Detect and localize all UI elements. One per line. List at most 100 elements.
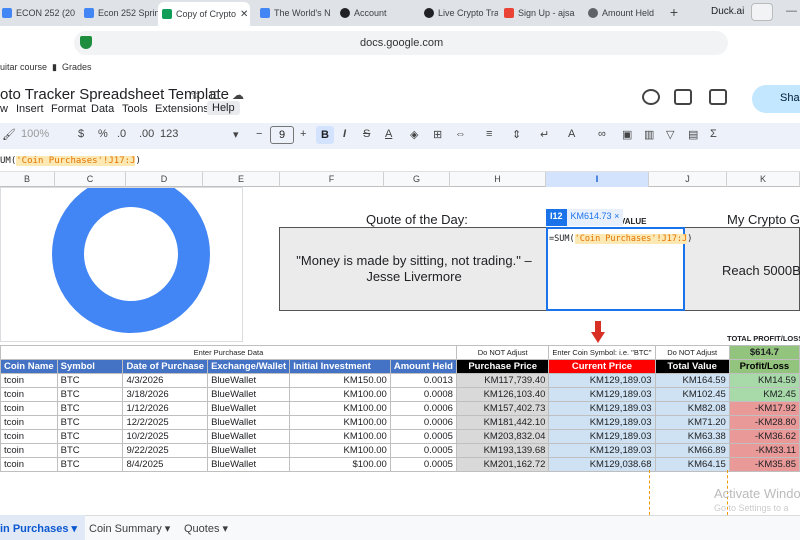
header-coin-name[interactable]: Coin Name [0, 359, 58, 374]
new-tab-button[interactable]: + [666, 3, 682, 21]
table-cell[interactable]: KM193,139.68 [455, 443, 550, 458]
font-size-increase-button[interactable]: + [300, 128, 306, 140]
table-cell[interactable]: tcoin [0, 373, 58, 388]
table-cell[interactable]: BTC [56, 457, 124, 472]
table-cell[interactable]: KM157,402.73 [455, 401, 550, 416]
browser-tab-4[interactable]: Account [336, 3, 418, 23]
column-header[interactable]: E [203, 172, 280, 187]
star-icon[interactable]: ☆ [190, 88, 201, 102]
horizontal-align-icon[interactable]: ≡ [486, 128, 492, 140]
table-cell[interactable]: tcoin [0, 443, 58, 458]
table-cell[interactable]: KM201,162.72 [455, 457, 550, 472]
table-cell[interactable]: tcoin [0, 387, 58, 402]
column-header[interactable]: H [450, 172, 546, 187]
table-cell[interactable]: KM100.00 [289, 387, 391, 402]
table-cell[interactable]: tcoin [0, 429, 58, 444]
table-cell[interactable]: 0.0008 [389, 387, 457, 402]
decrease-decimal-button[interactable]: .0 [117, 128, 126, 140]
url-text[interactable]: docs.google.com [360, 37, 443, 49]
comment-icon[interactable] [674, 89, 692, 105]
table-cell[interactable]: tcoin [0, 415, 58, 430]
borders-icon[interactable]: ⊞ [433, 128, 442, 141]
menu-help[interactable]: Help [207, 101, 240, 115]
table-cell[interactable]: 1/12/2026 [122, 401, 209, 416]
tab-menu-icon[interactable] [751, 3, 773, 21]
table-cell[interactable]: -KM28.80 [728, 415, 800, 430]
increase-decimal-button[interactable]: .00 [139, 128, 154, 140]
embedded-chart[interactable] [0, 175, 243, 342]
filter-icon[interactable]: ▽ [666, 128, 674, 141]
table-cell[interactable]: tcoin [0, 401, 58, 416]
menu-tools[interactable]: Tools [122, 103, 148, 115]
table-cell[interactable]: BlueWallet [207, 429, 291, 444]
fill-color-icon[interactable]: ◈ [410, 128, 418, 141]
header-current-price[interactable]: Current Price [548, 359, 656, 374]
column-header[interactable]: G [384, 172, 450, 187]
table-cell[interactable]: BTC [56, 401, 124, 416]
table-cell[interactable]: KM100.00 [289, 429, 391, 444]
table-cell[interactable]: tcoin [0, 457, 58, 472]
functions-button[interactable]: Σ [710, 128, 717, 140]
table-cell[interactable]: KM203,832.04 [455, 429, 550, 444]
table-cell[interactable]: 0.0005 [389, 457, 457, 472]
bookmark-grades-icon[interactable]: ▮ [52, 62, 57, 73]
paint-format-icon[interactable]: 🖌 [2, 128, 16, 141]
browser-tab-5[interactable]: Live Crypto Tra [420, 3, 498, 23]
sheet-tab-quotes[interactable]: Quotes ▾ [184, 522, 228, 535]
table-cell[interactable]: 0.0013 [389, 373, 457, 388]
zoom-select[interactable]: 100% [21, 128, 49, 140]
table-cell[interactable]: BlueWallet [207, 457, 291, 472]
table-cell[interactable]: 0.0005 [389, 429, 457, 444]
table-cell[interactable]: KM126,103.40 [455, 387, 550, 402]
history-icon[interactable] [642, 89, 660, 105]
cell-formula-text[interactable]: =SUM('Coin Purchases'!J17:J) [549, 234, 692, 244]
column-header-selected[interactable]: I [546, 172, 649, 187]
insert-chart-icon[interactable]: ▥ [644, 128, 654, 141]
header-purchase-price[interactable]: Purchase Price [455, 359, 550, 374]
bookmark-grades[interactable]: Grades [62, 62, 92, 72]
header-symbol[interactable]: Symbol [56, 359, 124, 374]
browser-tab-6[interactable]: Sign Up - ajsa [500, 3, 582, 23]
italic-button[interactable]: I [343, 128, 346, 140]
table-cell[interactable]: BTC [56, 415, 124, 430]
share-button[interactable]: Shar [752, 85, 800, 113]
column-header[interactable]: F [280, 172, 384, 187]
table-cell[interactable]: BlueWallet [207, 443, 291, 458]
table-cell[interactable]: BlueWallet [207, 415, 291, 430]
filter-views-icon[interactable]: ▤ [688, 128, 698, 141]
number-format-button[interactable]: 123 [160, 128, 178, 140]
column-header[interactable]: K [727, 172, 800, 187]
text-wrap-icon[interactable]: ↵ [540, 128, 549, 141]
table-cell[interactable]: KM181,442.10 [455, 415, 550, 430]
table-cell[interactable]: KM64.15 [654, 457, 730, 472]
table-cell[interactable]: KM100.00 [289, 401, 391, 416]
insert-comment-icon[interactable]: ▣ [622, 128, 632, 141]
table-cell[interactable]: KM66.89 [654, 443, 730, 458]
table-cell[interactable]: KM129,038.68 [548, 457, 656, 472]
table-cell[interactable]: 0.0006 [389, 415, 457, 430]
video-call-icon[interactable] [709, 89, 727, 105]
browser-tab-2[interactable]: Copy of Crypto ✕ [158, 2, 250, 26]
link-icon[interactable]: ∞ [598, 128, 606, 140]
table-cell[interactable]: 8/4/2025 [122, 457, 209, 472]
bookmark-guitar[interactable]: uitar course [0, 62, 47, 72]
table-cell[interactable]: KM129,189.03 [548, 429, 656, 444]
table-cell[interactable]: KM129,189.03 [548, 443, 656, 458]
percent-button[interactable]: % [98, 128, 108, 140]
bold-button[interactable]: B [316, 126, 334, 144]
merge-cells-icon[interactable]: ⇔ [455, 128, 466, 140]
font-size-input[interactable]: 9 [270, 126, 294, 144]
table-cell[interactable]: -KM36.62 [728, 429, 800, 444]
table-cell[interactable]: 0.0006 [389, 401, 457, 416]
table-cell[interactable]: -KM35.85 [728, 457, 800, 472]
table-cell[interactable]: BTC [56, 429, 124, 444]
menu-insert[interactable]: Insert [16, 103, 44, 115]
table-cell[interactable]: KM102.45 [654, 387, 730, 402]
table-cell[interactable]: $100.00 [289, 457, 391, 472]
header-initial-investment[interactable]: Initial Investment [289, 359, 391, 374]
column-header[interactable]: B [0, 172, 55, 187]
menu-view[interactable]: w [0, 103, 8, 115]
table-cell[interactable]: BlueWallet [207, 387, 291, 402]
header-total-value[interactable]: Total Value [654, 359, 730, 374]
total-profit-value[interactable]: $614.7 [728, 345, 800, 360]
